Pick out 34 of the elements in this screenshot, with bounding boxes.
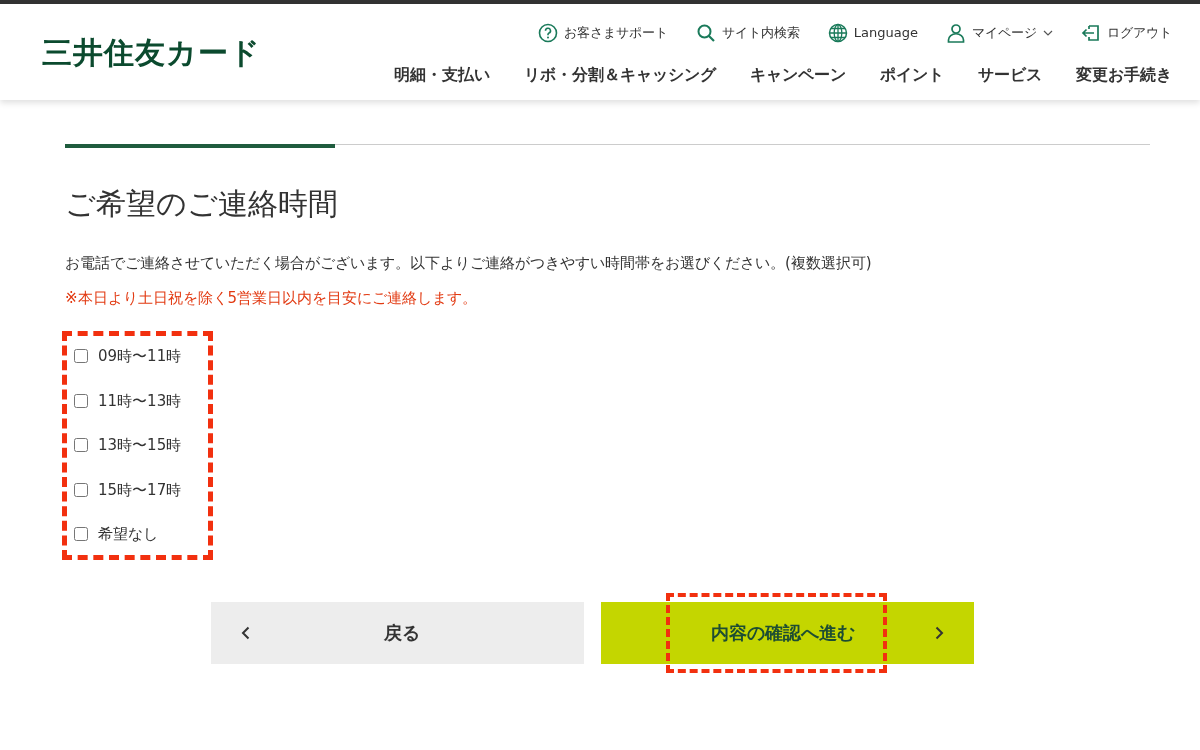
time-checkbox[interactable]	[74, 482, 88, 497]
logo[interactable]: 三井住友カード	[42, 29, 261, 75]
time-checkbox[interactable]	[74, 393, 88, 408]
header-link[interactable]: サイト内検索	[695, 23, 800, 43]
header-link[interactable]: Language	[827, 23, 918, 43]
checkbox-label: 希望なし	[98, 524, 158, 545]
globe-icon	[827, 23, 848, 43]
section-heading: ご希望のご連絡時間	[65, 186, 339, 222]
nav-link[interactable]: キャンペーン	[750, 63, 846, 87]
checkbox-label: 09時〜11時	[98, 346, 182, 367]
logout-icon	[1081, 23, 1101, 43]
user-icon	[946, 23, 966, 43]
time-checkbox[interactable]	[74, 349, 88, 364]
back-button[interactable]: 戻る	[211, 601, 584, 664]
time-checkbox[interactable]	[74, 438, 88, 453]
header-link[interactable]: お客さまサポート	[537, 23, 668, 43]
chevron-right-icon	[935, 625, 944, 640]
search-icon	[695, 23, 716, 43]
nav-link[interactable]: リボ・分割＆キャッシング	[524, 63, 716, 87]
note-text: ※本日より土日祝を除く5営業日以内を目安にご連絡します。	[65, 287, 479, 309]
nav-link[interactable]: ポイント	[880, 63, 944, 87]
checkbox-label: 11時〜13時	[98, 390, 182, 412]
nav-link[interactable]: サービス	[978, 63, 1042, 87]
nav-link[interactable]: 変更お手続き	[1076, 63, 1172, 87]
chevron-left-icon	[241, 625, 250, 640]
next-button[interactable]: 内容の確認へ進む	[601, 601, 974, 664]
checkbox-label: 13時〜15時	[98, 435, 182, 456]
nav-link[interactable]: 明細・支払い	[394, 63, 490, 87]
checkbox-label: 15時〜17時	[98, 479, 182, 501]
description-text: お電話でご連絡させていただく場合がございます。以下よりご連絡がつきやすい時間帯をお選びください。(複数選択可)	[65, 253, 873, 274]
help-icon	[537, 23, 558, 43]
time-checkbox[interactable]	[74, 527, 88, 542]
header-link[interactable]: ログアウト	[1081, 23, 1172, 43]
header-link[interactable]: マイページ	[946, 23, 1053, 43]
